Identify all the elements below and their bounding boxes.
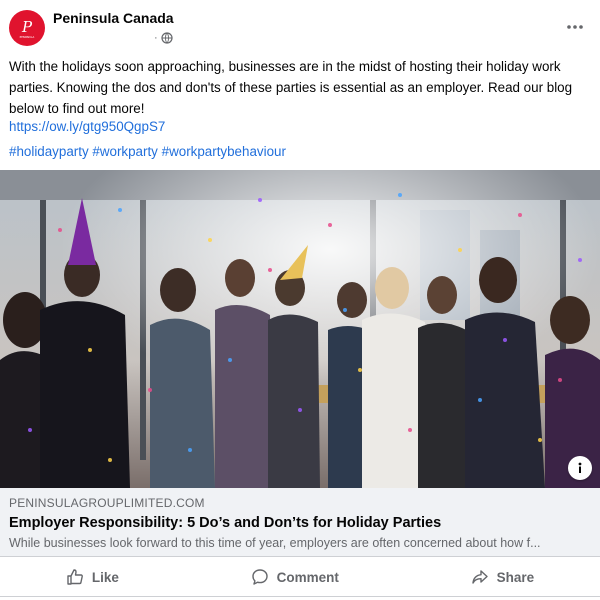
comment-bubble-icon [251,569,268,585]
post-meta: · [154,30,173,46]
info-icon [578,462,582,473]
post-header: P PENINSULA Peninsula Canada · [0,0,600,52]
share-arrow-icon [471,570,488,584]
post-body-text: With the holidays soon approaching, busi… [9,59,573,116]
post-link[interactable]: https://ow.ly/gtg950QgpS7 [9,119,165,134]
link-card-title[interactable]: Employer Responsibility: 5 Do’s and Don’… [9,515,441,531]
more-options-button[interactable] [560,12,590,42]
party-photo [0,170,600,488]
link-card-domain: PENINSULAGROUPLIMITED.COM [9,496,205,510]
comment-label: Comment [276,569,339,585]
more-options-icon [567,25,583,29]
hashtag-workparty[interactable]: #workparty [92,144,158,159]
thumbs-up-icon [67,569,83,585]
like-label: Like [91,569,119,585]
bottom-divider [0,596,600,597]
facebook-post: P PENINSULA Peninsula Canada · With the … [0,0,600,600]
share-button[interactable]: Share [451,562,555,592]
link-card-description: While businesses look forward to this ti… [9,536,541,550]
hashtags: #holidayparty #workparty #workpartybehav… [9,144,286,159]
share-label: Share [496,569,535,585]
link-preview-card[interactable]: PENINSULAGROUPLIMITED.COM Employer Respo… [0,488,600,556]
page-avatar[interactable]: P PENINSULA [9,10,45,46]
post-actions-bar: Like Comment Share [0,556,600,597]
comment-button[interactable]: Comment [231,562,359,592]
svg-text:PENINSULA: PENINSULA [20,35,35,39]
meta-separator: · [154,32,158,44]
peninsula-logo-icon: P PENINSULA [20,18,35,39]
hashtag-holidayparty[interactable]: #holidayparty [9,144,89,159]
post-image[interactable] [0,170,600,488]
svg-text:P: P [21,18,33,36]
globe-icon[interactable] [161,32,173,44]
like-button[interactable]: Like [46,562,139,592]
hashtag-workpartybehaviour[interactable]: #workpartybehaviour [162,144,286,159]
page-name[interactable]: Peninsula Canada [53,10,174,26]
info-button[interactable] [568,456,592,480]
